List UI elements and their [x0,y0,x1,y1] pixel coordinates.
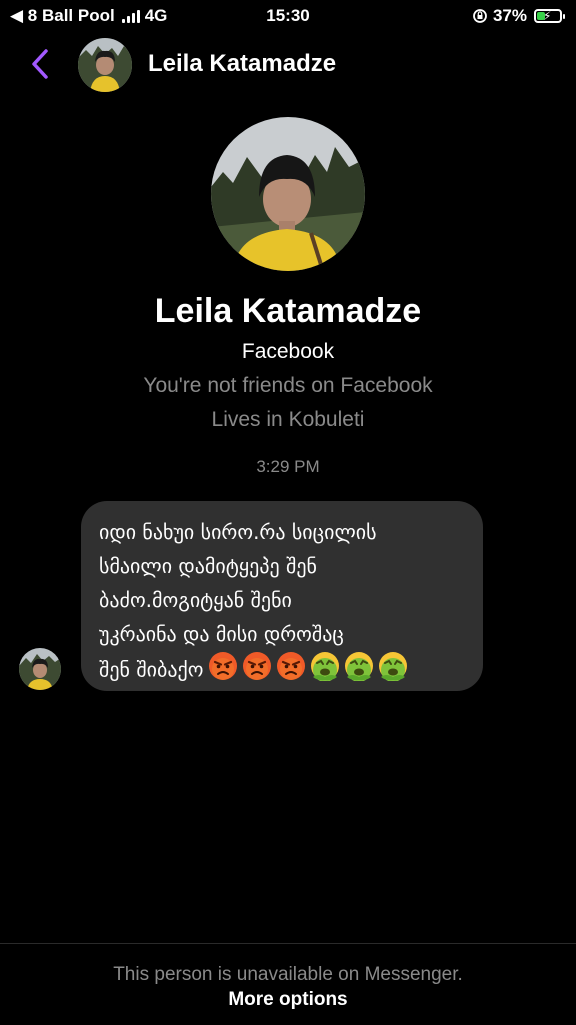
battery-percentage: 37% [492,6,527,25]
unavailable-notice: This person is unavailable on Messenger. [113,964,463,985]
profile-location: Lives in Kobuleti [211,408,365,431]
nauseated-face-emoji-icon [310,651,340,691]
back-button[interactable] [22,44,58,84]
sender-avatar[interactable] [19,648,61,690]
emoji-row [204,652,408,682]
chat-header: Leila Katamadze [0,32,576,96]
profile-source: Facebook [241,340,335,363]
status-bar: ◀ 8 Ball Pool 4G 15:30 37% ⚡ [0,0,576,32]
message-bubble[interactable]: იდი ნახუი სირო.რა სიცილის სმაილი დამიტყე… [81,501,483,691]
battery-icon: ⚡ [534,9,565,23]
more-options-link[interactable]: More options [0,989,576,1011]
orientation-lock-icon [473,9,487,23]
nauseated-face-emoji-icon [378,651,408,691]
angry-face-emoji-icon [242,651,272,691]
friend-status: You're not friends on Facebook [143,374,433,397]
profile-name: Leila Katamadze [154,292,422,330]
chevron-left-icon [32,49,48,79]
status-right: 37% ⚡ [472,6,565,26]
angry-face-emoji-icon [276,651,306,691]
contact-name[interactable]: Leila Katamadze [148,50,336,78]
message-timestamp: 3:29 PM [256,457,320,476]
profile-avatar[interactable] [211,117,365,271]
charging-bolt-icon: ⚡ [543,9,552,23]
header-avatar[interactable] [78,38,132,92]
nauseated-face-emoji-icon [344,651,374,691]
footer: This person is unavailable on Messenger.… [0,943,576,1025]
angry-face-emoji-icon [208,651,238,691]
